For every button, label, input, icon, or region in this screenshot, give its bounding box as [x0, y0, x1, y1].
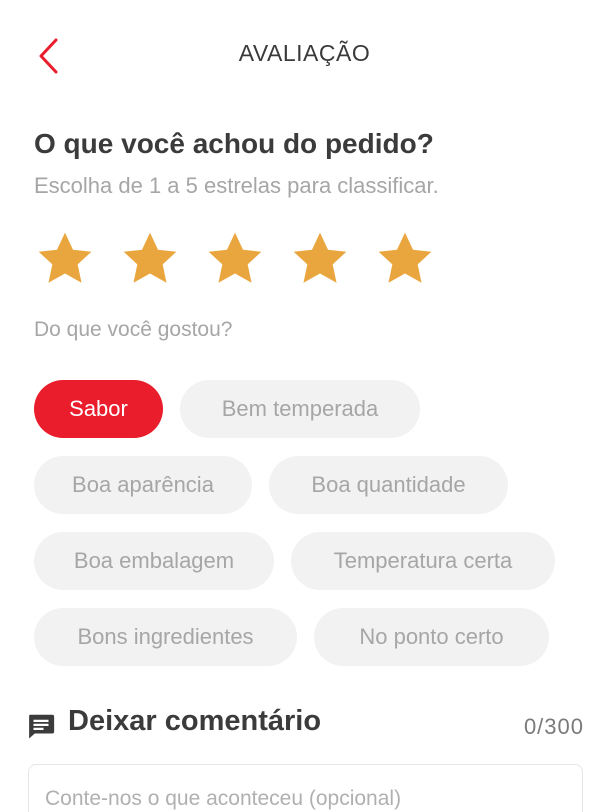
liked-question: Do que você gostou?	[34, 318, 233, 341]
chip-boa-aparencia[interactable]: Boa aparência	[34, 456, 252, 514]
chip-bons-ingredientes[interactable]: Bons ingredientes	[34, 608, 297, 666]
comment-header: Deixar comentário 0/300	[26, 702, 586, 748]
rating-instruction: Escolha de 1 a 5 estrelas para classific…	[34, 173, 439, 198]
chip-sabor[interactable]: Sabor	[34, 380, 163, 438]
character-counter: 0/300	[523, 714, 584, 739]
chip-temperatura-certa[interactable]: Temperatura certa	[291, 532, 555, 590]
comment-title: Deixar comentário	[68, 705, 322, 737]
rating-screen: AVALIAÇÃO O que você achou do pedido? Es…	[0, 0, 609, 812]
comment-input[interactable]	[45, 787, 565, 811]
chip-bem-temperada[interactable]: Bem temperada	[180, 380, 420, 438]
star-icon-2[interactable]	[119, 228, 181, 290]
star-icon-5[interactable]	[374, 228, 436, 290]
rating-question: O que você achou do pedido?	[34, 128, 434, 159]
star-icon-3[interactable]	[204, 228, 266, 290]
comment-icon	[29, 714, 55, 739]
star-icon-1[interactable]	[34, 228, 96, 290]
page-title: AVALIAÇÃO	[238, 40, 371, 66]
header: AVALIAÇÃO	[0, 0, 609, 110]
chip-boa-quantidade[interactable]: Boa quantidade	[269, 456, 508, 514]
comment-box[interactable]	[28, 764, 583, 812]
chip-no-ponto-certo[interactable]: No ponto certo	[314, 608, 549, 666]
chip-boa-embalagem[interactable]: Boa embalagem	[34, 532, 274, 590]
star-rating	[34, 228, 436, 292]
star-icon-4[interactable]	[289, 228, 351, 290]
